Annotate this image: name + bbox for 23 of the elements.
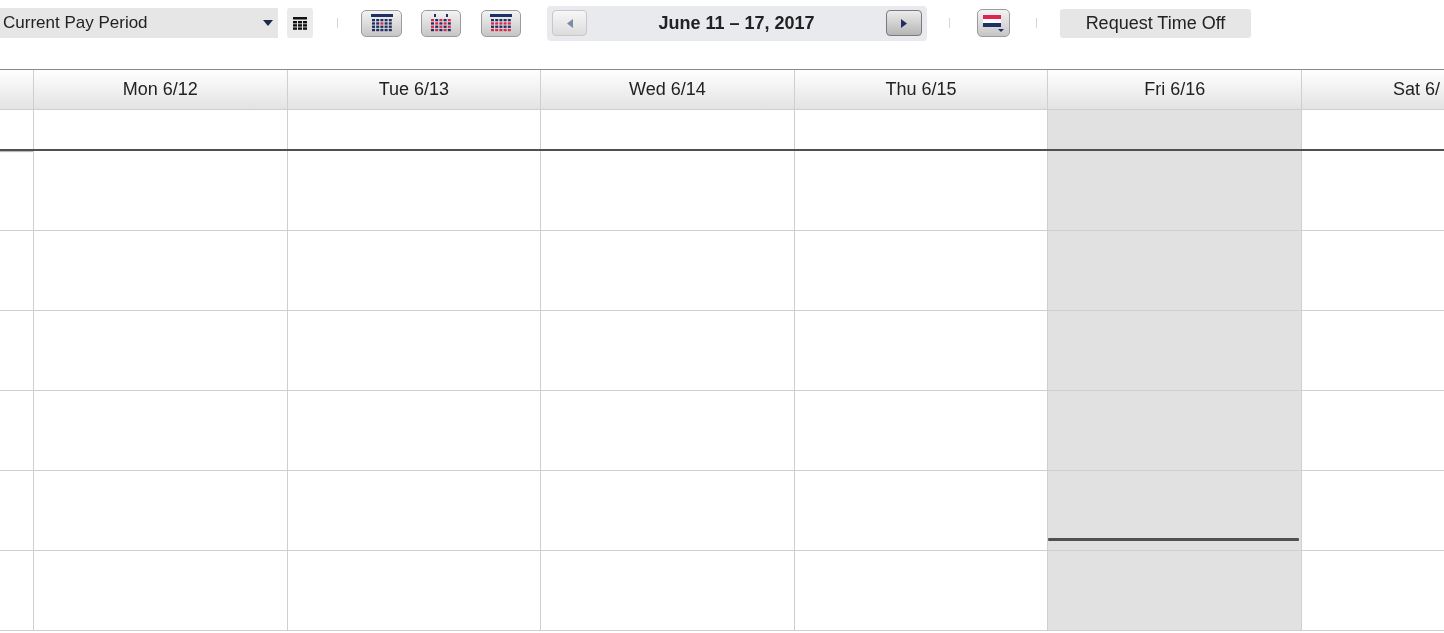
- request-time-off-button[interactable]: Request Time Off: [1060, 8, 1251, 38]
- date-range-label: June 11 – 17, 2017: [657, 11, 816, 35]
- day-header: Fri 6/16: [1047, 70, 1301, 110]
- day-header: Mon 6/12: [33, 70, 287, 110]
- calendar-view-button[interactable]: [361, 9, 402, 37]
- grid-view-button[interactable]: [287, 8, 313, 38]
- calendar-icon: [490, 14, 512, 32]
- calendar-icon: [430, 14, 452, 32]
- calendar-view-button[interactable]: [421, 9, 461, 37]
- grid-icon: [293, 16, 307, 30]
- right-arrow-icon: [901, 18, 907, 28]
- calendar-icon: [370, 14, 393, 32]
- day-header: Thu 6/15: [793, 70, 1048, 110]
- period-dropdown[interactable]: Current Pay Period: [0, 8, 278, 38]
- day-header: Wed 6/14: [540, 70, 794, 110]
- color-legend-icon: [982, 14, 1005, 32]
- day-header: Sat 6/: [1300, 70, 1444, 110]
- calendar-view-button[interactable]: [481, 9, 521, 37]
- next-button[interactable]: [886, 10, 922, 36]
- caret-down-icon: [263, 20, 273, 26]
- legend-button[interactable]: [977, 9, 1010, 37]
- left-arrow-icon: [566, 18, 573, 28]
- day-header: Tue 6/13: [286, 70, 541, 110]
